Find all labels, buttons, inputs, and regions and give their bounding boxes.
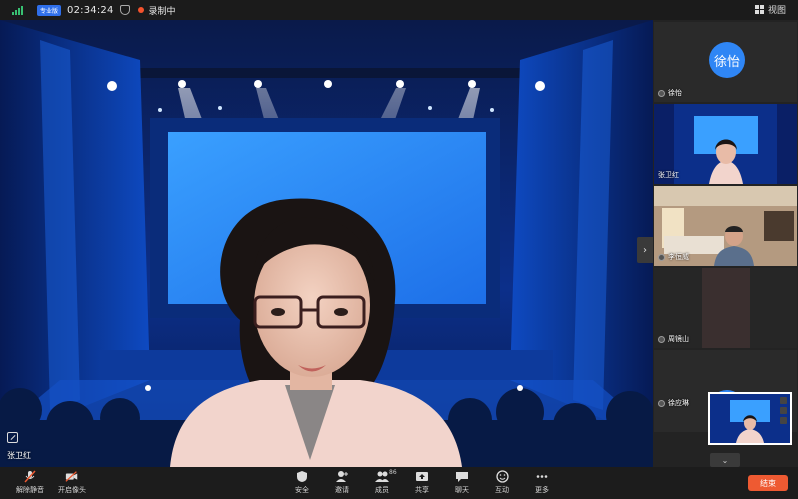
settings-icon[interactable]: [780, 417, 787, 424]
main-speaker-video[interactable]: 张卫红: [0, 20, 653, 467]
bottom-toolbar: 解除静音 开启像头 安全 邀请 86 成员 共享 聊天 互动 更多 结束: [0, 467, 798, 499]
participant-tile[interactable]: 徐怡 徐怡: [654, 22, 797, 102]
shield-icon: [295, 470, 309, 483]
unmute-label: 解除静音: [16, 486, 44, 494]
security-button[interactable]: 安全: [295, 470, 309, 495]
more-dots-icon: [535, 470, 549, 483]
view-switch-button[interactable]: 视图: [754, 3, 786, 16]
share-label: 共享: [415, 486, 429, 494]
scroll-down-button[interactable]: ⌄: [710, 453, 740, 467]
participant-tile[interactable]: 李恒威: [654, 186, 797, 266]
mic-muted-icon: [23, 470, 37, 483]
minimize-icon[interactable]: [780, 397, 787, 404]
smiley-icon: [495, 470, 509, 483]
participant-label: 徐怡: [658, 88, 682, 98]
members-count: 86: [389, 469, 397, 476]
invite-label: 邀请: [335, 486, 349, 494]
collapse-panel-button[interactable]: ›: [637, 237, 653, 263]
recording-status[interactable]: 录制中: [149, 4, 176, 17]
top-bar: 专业版 02:34:24 录制中 视图: [0, 0, 798, 20]
members-button[interactable]: 86 成员: [375, 469, 397, 495]
interact-button[interactable]: 互动: [495, 470, 509, 495]
participant-name: 徐怡: [668, 89, 682, 97]
self-view-image: [710, 394, 790, 443]
chat-bubble-icon: [455, 470, 469, 483]
more-label: 更多: [535, 486, 549, 494]
view-switch-label: 视图: [767, 6, 786, 16]
main-speaker-name: 张卫红: [7, 451, 31, 460]
members-icon: [375, 470, 389, 483]
meeting-window: 专业版 02:34:24 录制中 视图 张卫红 › 徐怡 徐怡 张卫红 李恒威 …: [0, 0, 798, 499]
share-button[interactable]: 共享: [415, 470, 429, 495]
annotate-icon[interactable]: [7, 432, 18, 443]
participant-video: [702, 268, 750, 348]
camera-off-icon: [65, 470, 79, 483]
participant-label: 张卫红: [658, 170, 679, 180]
security-shield-icon[interactable]: [119, 5, 130, 15]
participant-label: 周镜山: [658, 334, 689, 344]
recording-dot-icon: [137, 7, 144, 13]
chevron-down-icon: ⌄: [721, 455, 729, 465]
more-button[interactable]: 更多: [535, 470, 549, 495]
participant-name: 周镜山: [668, 335, 689, 343]
self-view-controls: [780, 397, 788, 427]
participant-name: 张卫红: [658, 171, 679, 179]
mic-muted-icon: [658, 253, 665, 261]
meeting-timer: 02:34:24: [67, 4, 114, 16]
members-label: 成员: [375, 486, 389, 494]
chevron-right-icon: ›: [643, 244, 647, 256]
participant-tile[interactable]: 张卫红: [654, 104, 797, 184]
unmute-button[interactable]: 解除静音: [16, 470, 44, 495]
avatar: 徐怡: [709, 42, 745, 78]
participant-tile[interactable]: 周镜山: [654, 268, 797, 348]
share-screen-icon: [415, 470, 429, 483]
interact-label: 互动: [495, 486, 509, 494]
participant-name: 李恒威: [668, 253, 689, 261]
mic-muted-icon: [658, 89, 665, 97]
start-camera-label: 开启像头: [58, 486, 86, 494]
mic-muted-icon: [658, 335, 665, 343]
chat-button[interactable]: 聊天: [455, 470, 469, 495]
security-label: 安全: [295, 486, 309, 494]
switch-camera-icon[interactable]: [780, 407, 787, 414]
network-signal-icon[interactable]: [12, 5, 23, 15]
end-meeting-button[interactable]: 结束: [748, 475, 788, 491]
edition-badge: 专业版: [37, 4, 62, 16]
participant-name: 徐应琳: [668, 399, 689, 407]
mic-muted-icon: [658, 399, 665, 407]
participant-label: 李恒威: [658, 252, 689, 262]
grid-view-icon: [754, 5, 764, 14]
add-user-icon: [335, 470, 349, 483]
start-camera-button[interactable]: 开启像头: [58, 470, 86, 495]
stage-background-video: [0, 20, 653, 467]
self-view-video[interactable]: [708, 392, 792, 445]
chat-label: 聊天: [455, 486, 469, 494]
invite-button[interactable]: 邀请: [335, 470, 349, 495]
participant-label: 徐应琳: [658, 398, 689, 408]
